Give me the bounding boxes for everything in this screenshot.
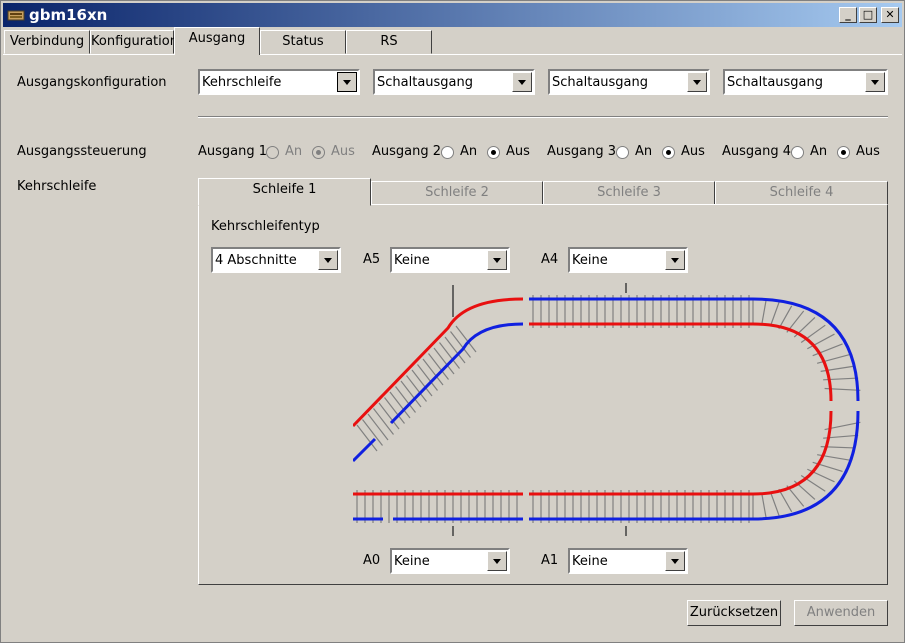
output-3-on-label: An [635, 144, 653, 159]
tab-schleife-4[interactable]: Schleife 4 [715, 181, 888, 205]
output-4-off-label: Aus [856, 144, 880, 159]
output-2-off-label: Aus [506, 144, 530, 159]
output-3-on-radio[interactable] [616, 146, 629, 159]
section-a5-label: A5 [363, 252, 381, 267]
apply-button[interactable]: Anwenden [794, 600, 888, 626]
tab-rs[interactable]: RS [346, 30, 432, 54]
output-1-off-label: Aus [331, 144, 355, 159]
section-a0-label: A0 [363, 553, 381, 568]
combo-value: Schaltausgang [727, 75, 824, 90]
dropdown-arrow-icon[interactable] [318, 250, 338, 270]
dropdown-arrow-icon[interactable] [687, 72, 707, 92]
section-a1-label: A1 [541, 553, 559, 568]
dropdown-arrow-icon[interactable] [337, 72, 357, 92]
combo-value: Keine [572, 554, 608, 569]
loop-type-label: Kehrschleifentyp [211, 219, 320, 234]
sleeper [778, 305, 793, 330]
output-3-name: Ausgang 3 [547, 144, 617, 159]
loop-type-combo[interactable]: 4 Abschnitte [211, 247, 341, 273]
combo-value: Keine [394, 253, 430, 268]
combo-value: Schaltausgang [377, 75, 474, 90]
output-config-label: Ausgangskonfiguration [17, 75, 167, 90]
output-3-off-label: Aus [681, 144, 705, 159]
app-window: gbm16xn _ □ ✕ Verbindung Konfiguration A… [0, 0, 905, 643]
section-a4-combo[interactable]: Keine [568, 247, 688, 273]
tab-ausgang[interactable]: Ausgang [174, 27, 260, 55]
output-2-on-label: An [460, 144, 478, 159]
output-4-on-radio[interactable] [791, 146, 804, 159]
combo-value: Keine [394, 554, 430, 569]
app-icon [7, 10, 25, 21]
combo-value: Schaltausgang [552, 75, 649, 90]
close-button[interactable]: ✕ [881, 7, 899, 23]
tab-verbindung[interactable]: Verbindung [4, 30, 90, 54]
output-1-config-combo[interactable]: Kehrschleife [198, 69, 360, 95]
sleeper [769, 301, 780, 327]
output-3-off-radio[interactable] [662, 146, 675, 159]
reset-button[interactable]: Zurücksetzen [687, 600, 781, 626]
separator [198, 116, 888, 118]
tab-schleife-3[interactable]: Schleife 3 [543, 181, 715, 205]
output-2-on-radio[interactable] [441, 146, 454, 159]
output-3-config-combo[interactable]: Schaltausgang [548, 69, 710, 95]
reversing-loop-diagram [353, 283, 861, 536]
output-2-off-radio[interactable] [487, 146, 500, 159]
dropdown-arrow-icon[interactable] [487, 250, 507, 270]
output-1-on-radio[interactable] [266, 146, 279, 159]
loop-label: Kehrschleife [17, 179, 97, 194]
dropdown-arrow-icon[interactable] [487, 551, 507, 571]
output-1-off-radio[interactable] [312, 146, 325, 159]
tab-status[interactable]: Status [260, 30, 346, 54]
minimize-button[interactable]: _ [839, 7, 857, 23]
output-4-on-label: An [810, 144, 828, 159]
dropdown-arrow-icon[interactable] [665, 250, 685, 270]
dropdown-arrow-icon[interactable] [665, 551, 685, 571]
section-a4-label: A4 [541, 252, 559, 267]
window-title: gbm16xn [29, 6, 108, 24]
sleeper [761, 493, 767, 519]
combo-value: Keine [572, 253, 608, 268]
section-a1-combo[interactable]: Keine [568, 548, 688, 574]
sleeper [778, 488, 793, 513]
sleeper [761, 299, 767, 325]
rail-bottom-inner-red [529, 410, 833, 496]
title-bar[interactable]: gbm16xn _ □ ✕ [3, 3, 902, 27]
output-1-on-label: An [285, 144, 303, 159]
tab-schleife-2[interactable]: Schleife 2 [371, 181, 543, 205]
rail-diagonal-red [353, 297, 524, 428]
sleeper [367, 413, 389, 441]
combo-value: 4 Abschnitte [215, 253, 297, 268]
sleeper [769, 491, 780, 516]
dropdown-arrow-icon[interactable] [512, 72, 532, 92]
tab-schleife-1[interactable]: Schleife 1 [198, 178, 371, 206]
output-1-name: Ausgang 1 [198, 144, 268, 159]
dropdown-arrow-icon[interactable] [865, 72, 885, 92]
output-control-label: Ausgangssteuerung [17, 144, 147, 159]
output-4-config-combo[interactable]: Schaltausgang [723, 69, 888, 95]
output-2-name: Ausgang 2 [372, 144, 442, 159]
section-a5-combo[interactable]: Keine [390, 247, 510, 273]
output-4-name: Ausgang 4 [722, 144, 792, 159]
tab-panel-border [3, 54, 902, 55]
output-2-config-combo[interactable]: Schaltausgang [373, 69, 535, 95]
rail-top-inner-red [529, 322, 833, 402]
tab-konfiguration[interactable]: Konfiguration [90, 30, 178, 54]
output-4-off-radio[interactable] [837, 146, 850, 159]
section-a0-combo[interactable]: Keine [390, 548, 510, 574]
maximize-button[interactable]: □ [859, 7, 877, 23]
combo-value: Kehrschleife [202, 75, 282, 90]
